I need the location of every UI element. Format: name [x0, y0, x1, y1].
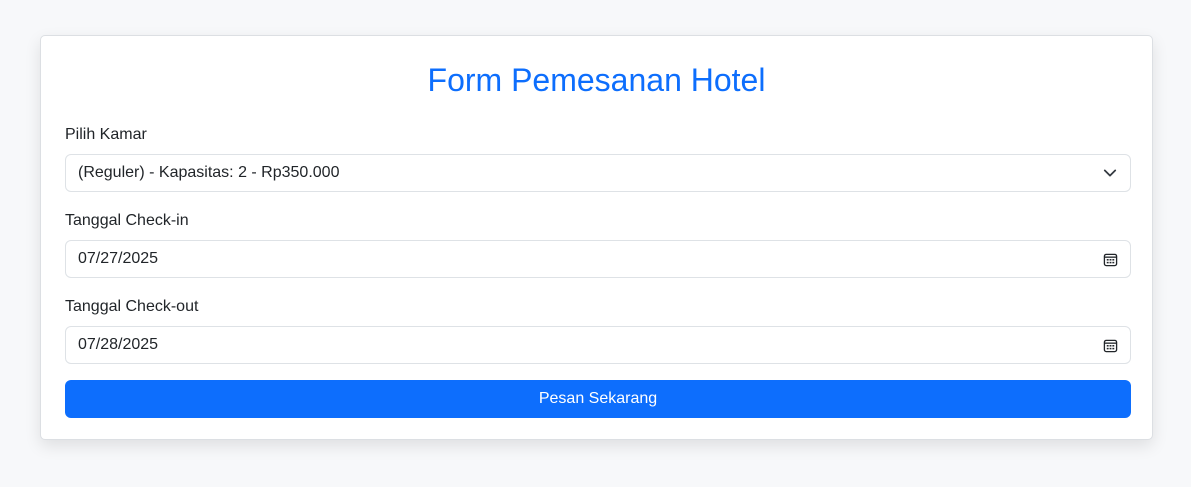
checkout-label: Tanggal Check-out [65, 298, 199, 315]
checkout-date-value: 07/28/2025 [78, 336, 159, 353]
checkout-date-input[interactable]: 07/28/2025 [65, 326, 1131, 364]
checkin-date-value: 07/27/2025 [78, 250, 159, 267]
page-title: Form Pemesanan Hotel [427, 62, 766, 98]
chevron-down-icon[interactable] [1090, 155, 1130, 191]
room-select-value: (Reguler) - Kapasitas: 2 - Rp350.000 [78, 164, 340, 181]
room-select-label: Pilih Kamar [65, 126, 147, 143]
room-select[interactable]: (Reguler) - Kapasitas: 2 - Rp350.000 [65, 154, 1131, 192]
submit-booking-button[interactable]: Pesan Sekarang [65, 380, 1131, 418]
checkin-label: Tanggal Check-in [65, 212, 189, 229]
calendar-icon[interactable] [1090, 241, 1130, 277]
checkin-date-input[interactable]: 07/27/2025 [65, 240, 1131, 278]
booking-form-card: Form Pemesanan Hotel Pilih Kamar (Regule… [40, 35, 1153, 440]
calendar-icon[interactable] [1090, 327, 1130, 363]
